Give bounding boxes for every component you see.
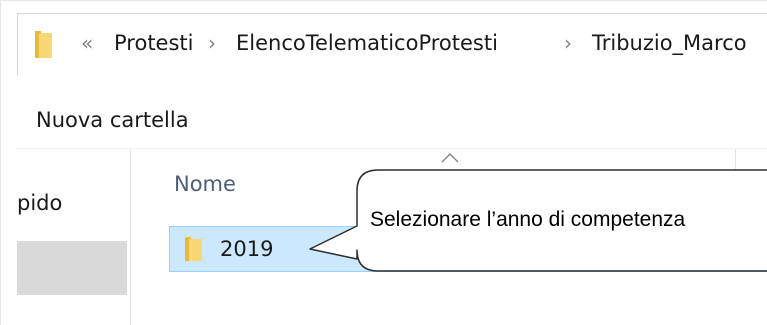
overflow-chevron-icon[interactable]: «: [81, 27, 93, 59]
chevron-right-icon[interactable]: ›: [564, 27, 572, 59]
folder-name: 2019: [220, 237, 274, 261]
sort-ascending-icon: [441, 153, 459, 163]
navigation-pane: pido: [17, 149, 130, 325]
chevron-right-icon[interactable]: ›: [208, 27, 216, 59]
column-header-name[interactable]: Nome: [174, 170, 236, 198]
new-folder-button[interactable]: Nuova cartella: [36, 106, 189, 134]
nav-item-selected[interactable]: [17, 241, 127, 295]
callout-text: Selezionare l’anno di competenza: [370, 208, 686, 231]
breadcrumb-tribuzio-marco[interactable]: Tribuzio_Marco: [592, 27, 747, 59]
address-bar[interactable]: « Protesti › ElencoTelematicoProtesti › …: [17, 13, 767, 77]
pane-divider[interactable]: [130, 149, 131, 325]
column-divider[interactable]: [735, 149, 736, 189]
nav-item-quick-access[interactable]: pido: [17, 189, 62, 217]
breadcrumb-protesti[interactable]: Protesti: [114, 27, 193, 59]
folder-icon: [35, 31, 52, 58]
command-bar: Nuova cartella: [17, 76, 767, 149]
breadcrumb-elencotelematicoprotesti[interactable]: ElencoTelematicoProtesti: [236, 27, 498, 59]
folder-icon: [185, 237, 202, 261]
